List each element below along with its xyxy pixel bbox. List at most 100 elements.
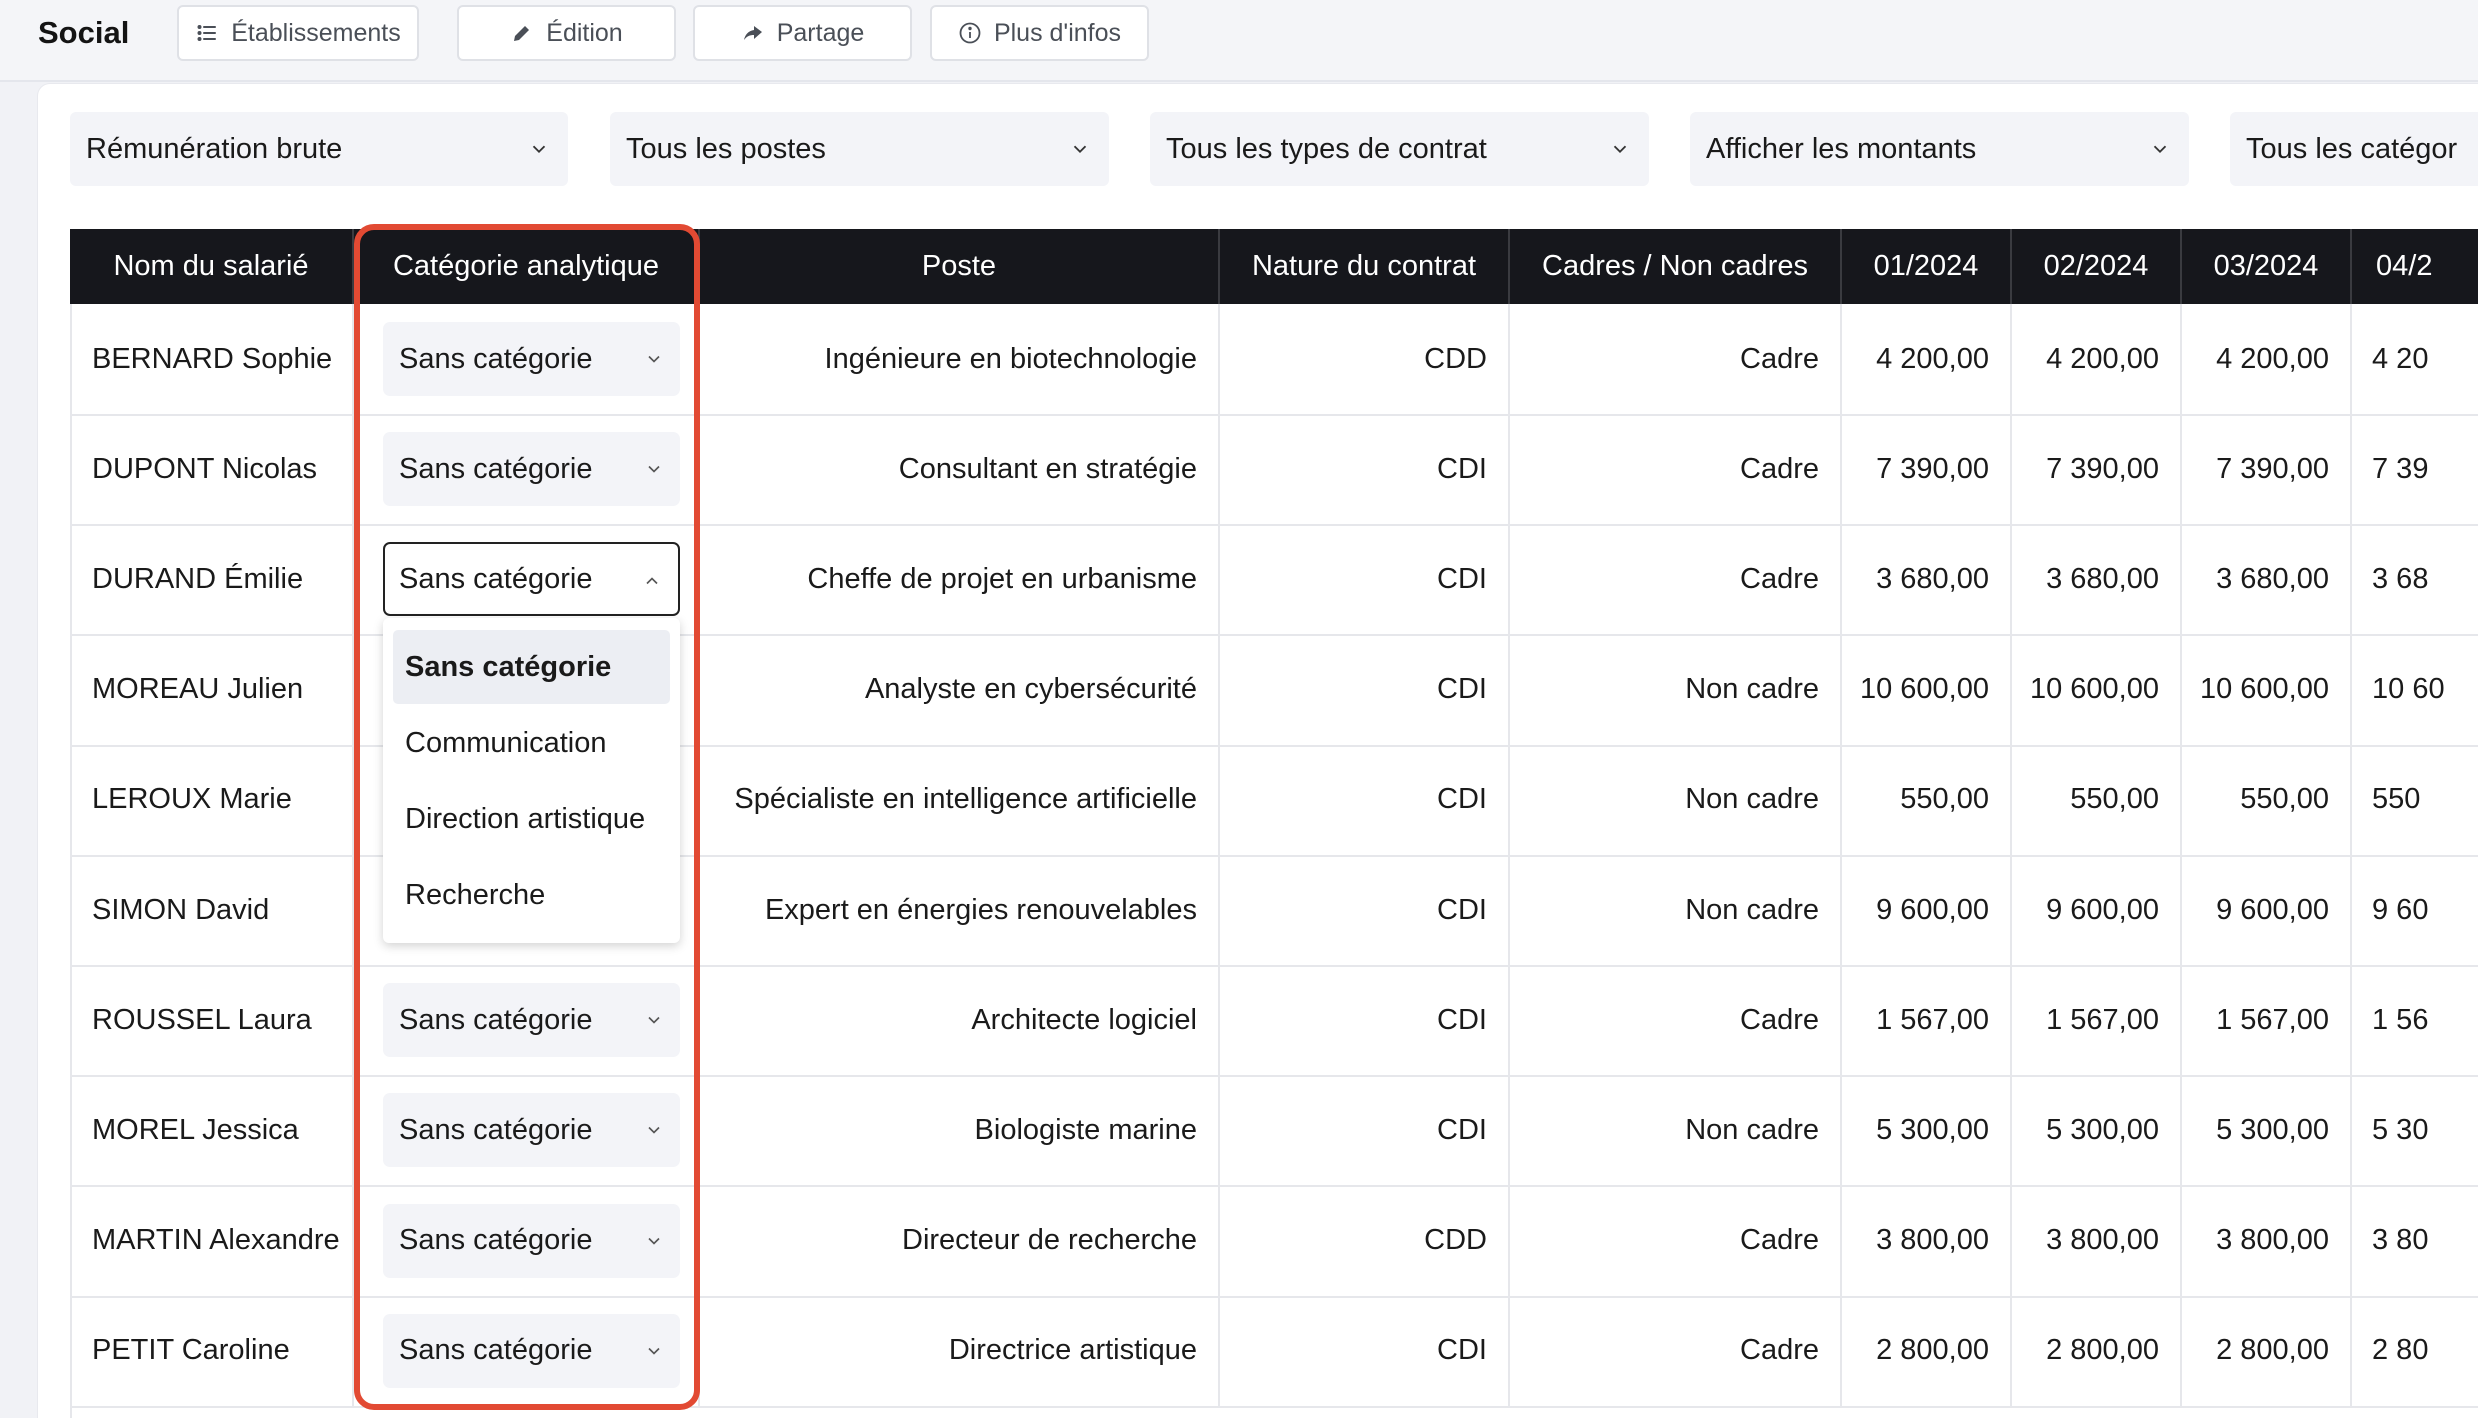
plus-infos-button[interactable]: Plus d'infos bbox=[930, 5, 1149, 61]
category-select[interactable]: Sans catégorie bbox=[383, 322, 680, 396]
cell-m4: 3 68 bbox=[2372, 562, 2429, 595]
partage-button[interactable]: Partage bbox=[693, 5, 912, 61]
postes-filter[interactable]: Tous les postes bbox=[610, 112, 1109, 186]
cell-cadre: Cadre bbox=[1510, 304, 1842, 414]
cell-m4: 2 80 bbox=[2372, 1334, 2429, 1367]
cell-m3: 1 567,00 bbox=[2182, 965, 2352, 1076]
header-categorie[interactable]: Catégorie analytique bbox=[354, 229, 700, 304]
types-contrat-filter[interactable]: Tous les types de contrat bbox=[1150, 112, 1649, 186]
cell-poste: Spécialiste en intelligence artificielle bbox=[700, 744, 1220, 855]
menu-option-sans-categorie[interactable]: Sans catégorie bbox=[393, 630, 670, 704]
header-month-3[interactable]: 03/2024 bbox=[2182, 229, 2352, 304]
cell-nom: ROUSSEL Laura bbox=[70, 965, 354, 1076]
app-title: Social bbox=[38, 15, 130, 50]
category-select[interactable]: Sans catégorie bbox=[383, 1093, 680, 1168]
cell-m1: 1 567,00 bbox=[1842, 965, 2012, 1076]
cell-nature: CDD bbox=[1220, 304, 1510, 414]
category-select[interactable]: Sans catégorie bbox=[383, 983, 680, 1058]
cell-poste: Directrice artistique bbox=[700, 1295, 1220, 1406]
table-row: MARTIN Alexandre Sans catégorie Directeur … bbox=[70, 1185, 2478, 1298]
cell-m4: 5 30 bbox=[2372, 1113, 2429, 1146]
postes-filter-label: Tous les postes bbox=[626, 132, 826, 165]
top-toolbar: Social Établissements Édition Partage Pl… bbox=[0, 0, 2478, 82]
category-select-value: Sans catégorie bbox=[399, 562, 593, 595]
cell-m3: 9 600,00 bbox=[2182, 855, 2352, 965]
cell-m1: 2 800,00 bbox=[1842, 1295, 2012, 1406]
cell-m2: 550,00 bbox=[2012, 744, 2182, 855]
header-month-1[interactable]: 01/2024 bbox=[1842, 229, 2012, 304]
cell-m3: 7 390,00 bbox=[2182, 414, 2352, 525]
cell-m1: 3 800,00 bbox=[1842, 1185, 2012, 1296]
header-month-2[interactable]: 02/2024 bbox=[2012, 229, 2182, 304]
cell-m4: 550 bbox=[2372, 783, 2421, 816]
remuneration-filter[interactable]: Rémunération brute bbox=[70, 112, 568, 186]
cell-nom: SIMON David bbox=[70, 855, 354, 965]
cell-m2: 7 390,00 bbox=[2012, 414, 2182, 525]
category-dropdown-menu: Sans catégorie Communication Direction a… bbox=[383, 618, 680, 943]
header-poste[interactable]: Poste bbox=[700, 229, 1220, 304]
cell-nature: CDI bbox=[1220, 1295, 1510, 1406]
cell-m3: 3 680,00 bbox=[2182, 524, 2352, 635]
cell-nom: MOREAU Julien bbox=[70, 634, 354, 745]
chevron-down-icon bbox=[2153, 145, 2167, 154]
cell-nom: MOREL Jessica bbox=[70, 1075, 354, 1186]
cell-m2: 5 300,00 bbox=[2012, 1075, 2182, 1186]
cell-m2: 9 600,00 bbox=[2012, 855, 2182, 965]
menu-option-communication[interactable]: Communication bbox=[393, 706, 670, 780]
cell-nature: CDI bbox=[1220, 634, 1510, 745]
table-row: ROUSSEL Laura Sans catégorie Architecte lo… bbox=[70, 965, 2478, 1078]
category-select-value: Sans catégorie bbox=[399, 1003, 593, 1036]
cell-m3: 10 600,00 bbox=[2182, 634, 2352, 745]
categories-filter[interactable]: Tous les catégor bbox=[2230, 112, 2478, 186]
montants-filter[interactable]: Afficher les montants bbox=[1690, 112, 2189, 186]
remuneration-filter-label: Rémunération brute bbox=[86, 132, 343, 165]
cell-cadre: Cadre bbox=[1510, 524, 1842, 635]
category-select[interactable]: Sans catégorie bbox=[383, 1203, 680, 1278]
category-select[interactable]: Sans catégorie bbox=[383, 542, 680, 617]
menu-option-direction-artistique[interactable]: Direction artistique bbox=[393, 782, 670, 856]
cell-m4: 7 39 bbox=[2372, 452, 2429, 485]
cell-m2: 2 800,00 bbox=[2012, 1295, 2182, 1406]
category-select[interactable]: Sans catégorie bbox=[383, 432, 680, 507]
category-select-value: Sans catégorie bbox=[399, 452, 593, 485]
cell-m3: 2 800,00 bbox=[2182, 1295, 2352, 1406]
cell-nature: CDD bbox=[1220, 1185, 1510, 1296]
cell-m3: 550,00 bbox=[2182, 744, 2352, 855]
cell-nature: CDI bbox=[1220, 965, 1510, 1076]
cell-m2: 4 200,00 bbox=[2012, 304, 2182, 414]
cell-m1: 5 300,00 bbox=[1842, 1075, 2012, 1186]
cell-cadre: Cadre bbox=[1510, 965, 1842, 1076]
cell-cadre: Non cadre bbox=[1510, 744, 1842, 855]
category-select[interactable]: Sans catégorie bbox=[383, 1313, 680, 1388]
header-nature[interactable]: Nature du contrat bbox=[1220, 229, 1510, 304]
header-nom[interactable]: Nom du salarié bbox=[70, 229, 354, 304]
chevron-down-icon bbox=[648, 1347, 660, 1355]
chevron-down-icon bbox=[648, 355, 660, 363]
cell-poste: Consultant en stratégie bbox=[700, 414, 1220, 525]
header-month-4[interactable]: 04/2 bbox=[2352, 229, 2478, 304]
cell-poste: Cheffe de projet en urbanisme bbox=[700, 524, 1220, 635]
cell-cadre: Non cadre bbox=[1510, 855, 1842, 965]
category-select-value: Sans catégorie bbox=[399, 1334, 593, 1367]
cell-m4: 9 60 bbox=[2372, 893, 2429, 926]
header-cadres[interactable]: Cadres / Non cadres bbox=[1510, 229, 1842, 304]
cell-m1: 7 390,00 bbox=[1842, 414, 2012, 525]
etablissements-button[interactable]: Établissements bbox=[177, 5, 419, 61]
cell-m2: 10 600,00 bbox=[2012, 634, 2182, 745]
cell-m4: 4 20 bbox=[2372, 342, 2429, 375]
edition-button[interactable]: Édition bbox=[457, 5, 676, 61]
menu-option-recherche[interactable]: Recherche bbox=[393, 858, 670, 932]
cell-m3: 4 200,00 bbox=[2182, 304, 2352, 414]
cell-nature: CDI bbox=[1220, 1075, 1510, 1186]
category-select-value: Sans catégorie bbox=[399, 342, 593, 375]
cell-m3: 3 800,00 bbox=[2182, 1185, 2352, 1296]
cell-m1: 3 680,00 bbox=[1842, 524, 2012, 635]
cell-cadre: Cadre bbox=[1510, 1185, 1842, 1296]
list-icon bbox=[197, 25, 217, 41]
cell-poste: Ingénieure en biotechnologie bbox=[700, 304, 1220, 414]
chevron-down-icon bbox=[648, 466, 660, 473]
montants-filter-label: Afficher les montants bbox=[1706, 132, 1977, 165]
cell-m4: 10 60 bbox=[2372, 673, 2445, 706]
chevron-up-icon bbox=[646, 577, 658, 585]
cell-nom: DURAND Émilie bbox=[70, 524, 354, 635]
